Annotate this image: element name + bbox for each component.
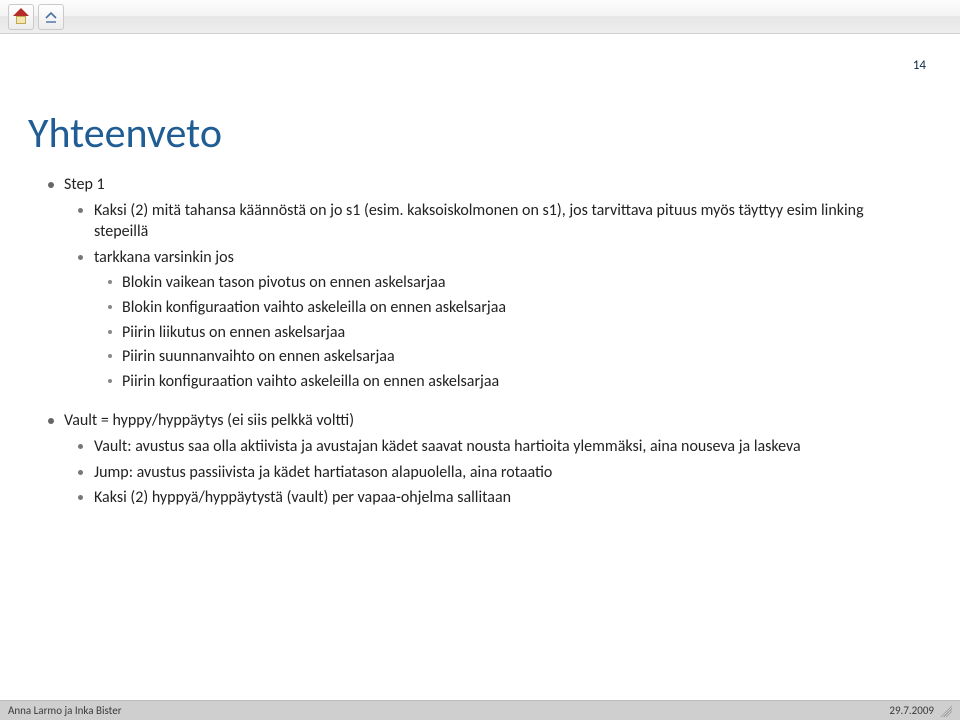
list-item: Piirin konfiguraation vaihto askeleilla …	[104, 371, 920, 393]
bullet-text: Blokin vaikean tason pivotus on ennen as…	[122, 273, 445, 292]
list-item: Step 1 Kaksi (2) mitä tahansa käännöstä …	[44, 174, 920, 392]
bullet-text: Piirin konfiguraation vaihto askeleilla …	[122, 372, 499, 391]
list-item: tarkkana varsinkin jos Blokin vaikean ta…	[74, 247, 920, 393]
home-icon	[13, 10, 29, 24]
bullet-text: Vault = hyppy/hyppäytys (ei siis pelkkä …	[64, 411, 354, 430]
bullet-text: Step 1	[64, 175, 105, 194]
list-item: Blokin konfiguraation vaihto askeleilla …	[104, 297, 920, 319]
slide-content: Step 1 Kaksi (2) mitä tahansa käännöstä …	[44, 174, 920, 517]
list-item: Jump: avustus passiivista ja kädet harti…	[74, 462, 920, 484]
bullet-text: Jump: avustus passiivista ja kädet harti…	[94, 463, 552, 482]
chevron-up-icon	[44, 10, 58, 24]
resize-grip-icon[interactable]	[940, 705, 952, 717]
bullet-text: Vault: avustus saa olla aktiivista ja av…	[94, 437, 801, 456]
home-button[interactable]	[8, 4, 34, 30]
list-item: Blokin vaikean tason pivotus on ennen as…	[104, 272, 920, 294]
bullet-text: Kaksi (2) hyppyä/hyppäytystä (vault) per…	[94, 488, 511, 507]
list-item: Kaksi (2) mitä tahansa käännöstä on jo s…	[74, 200, 920, 243]
collapse-button[interactable]	[38, 4, 64, 30]
list-item: Piirin suunnanvaihto on ennen askelsarja…	[104, 346, 920, 368]
bullet-text: Piirin suunnanvaihto on ennen askelsarja…	[122, 347, 395, 366]
list-item: Vault: avustus saa olla aktiivista ja av…	[74, 436, 920, 458]
list-item: Piirin liikutus on ennen askelsarjaa	[104, 322, 920, 344]
bullet-text: Piirin liikutus on ennen askelsarjaa	[122, 323, 345, 342]
status-bar: Anna Larmo ja Inka Bister 29.7.2009	[0, 700, 960, 720]
list-item: Vault = hyppy/hyppäytys (ei siis pelkkä …	[44, 410, 920, 508]
toolbar	[0, 0, 960, 34]
bullet-text: tarkkana varsinkin jos	[94, 248, 234, 267]
slide-page: 14 Yhteenveto Step 1 Kaksi (2) mitä taha…	[0, 34, 960, 700]
page-number: 14	[913, 58, 926, 73]
bullet-text: Blokin konfiguraation vaihto askeleilla …	[122, 298, 506, 317]
footer-left: Anna Larmo ja Inka Bister	[8, 704, 122, 717]
bullet-text: Kaksi (2) mitä tahansa käännöstä on jo s…	[94, 201, 864, 242]
slide-title: Yhteenveto	[28, 108, 222, 159]
footer-right: 29.7.2009	[889, 704, 934, 717]
list-item: Kaksi (2) hyppyä/hyppäytystä (vault) per…	[74, 487, 920, 509]
